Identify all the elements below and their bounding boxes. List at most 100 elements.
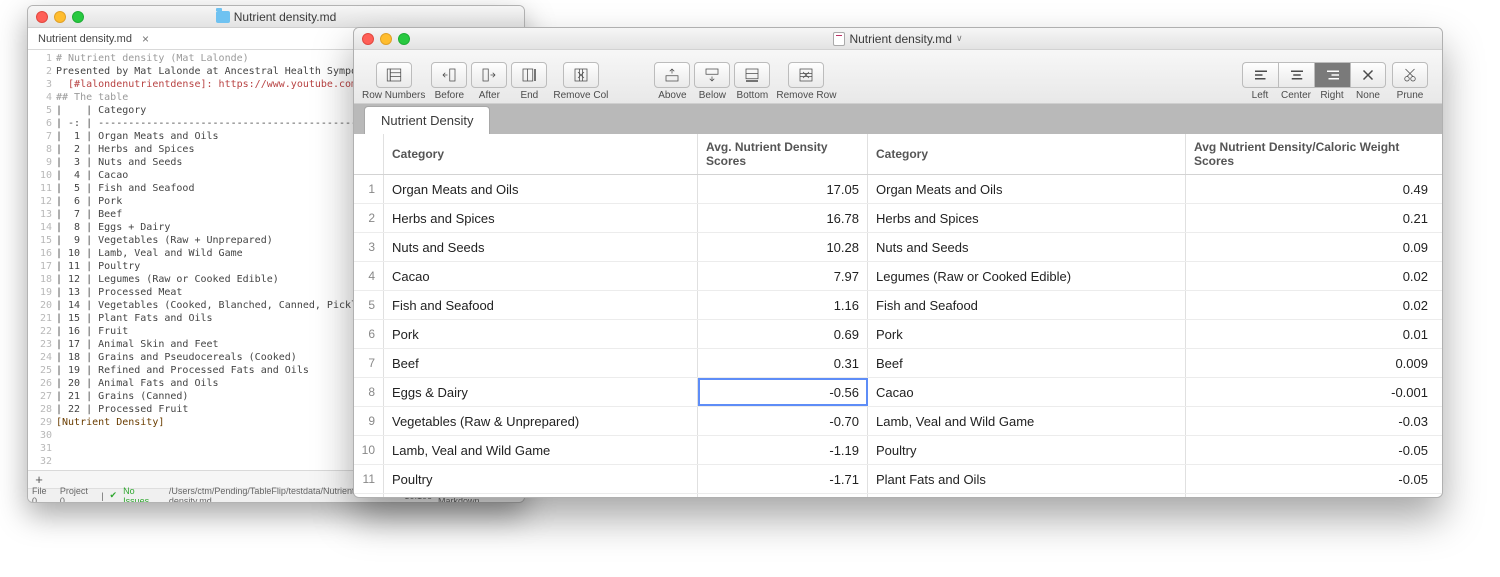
- prune-button[interactable]: [1392, 62, 1428, 88]
- row-number-cell[interactable]: 7: [354, 349, 384, 377]
- row-number-cell[interactable]: 3: [354, 233, 384, 261]
- grid-body[interactable]: 1 Organ Meats and Oils 17.05 Organ Meats…: [354, 175, 1442, 497]
- insert-col-before-button[interactable]: [431, 62, 467, 88]
- remove-row-button[interactable]: [788, 62, 824, 88]
- remove-col-button[interactable]: [563, 62, 599, 88]
- row-number-cell[interactable]: 10: [354, 436, 384, 464]
- table-row[interactable]: 5 Fish and Seafood 1.16 Fish and Seafood…: [354, 291, 1442, 320]
- row-number-cell[interactable]: 6: [354, 320, 384, 348]
- cell-category[interactable]: Vegetables (Raw & Unprepared): [384, 407, 698, 435]
- row-number-cell[interactable]: 11: [354, 465, 384, 493]
- table-row[interactable]: 10 Lamb, Veal and Wild Game -1.19 Poultr…: [354, 436, 1442, 465]
- cell-score1[interactable]: -1.19: [698, 436, 868, 464]
- cell-score1[interactable]: 16.78: [698, 204, 868, 232]
- cell-category[interactable]: Lamb, Veal and Wild Game: [384, 436, 698, 464]
- align-right-button[interactable]: [1314, 62, 1350, 88]
- cell-category2[interactable]: Herbs and Spices: [868, 204, 1186, 232]
- cell-score2[interactable]: 0.09: [1186, 233, 1436, 261]
- cell-score2[interactable]: -0.03: [1186, 407, 1436, 435]
- editor-titlebar[interactable]: Nutrient density.md: [28, 6, 524, 28]
- table-row[interactable]: 1 Organ Meats and Oils 17.05 Organ Meats…: [354, 175, 1442, 204]
- table-row[interactable]: 6 Pork 0.69 Pork 0.01: [354, 320, 1442, 349]
- minimize-window-button[interactable]: [54, 11, 66, 23]
- cell-category[interactable]: Eggs & Dairy: [384, 378, 698, 406]
- cell-score1[interactable]: 0.69: [698, 320, 868, 348]
- cell-category2[interactable]: Nuts and Seeds: [868, 233, 1186, 261]
- sheet-tab[interactable]: Nutrient Density: [364, 106, 490, 134]
- cell-score1[interactable]: -0.70: [698, 407, 868, 435]
- close-window-button[interactable]: [362, 33, 374, 45]
- align-left-button[interactable]: [1242, 62, 1278, 88]
- row-number-cell[interactable]: 5: [354, 291, 384, 319]
- cell-category2[interactable]: Lamb, Veal and Wild Game: [868, 407, 1186, 435]
- cell-score2[interactable]: -0.001: [1186, 378, 1436, 406]
- cell-category[interactable]: Organ Meats and Oils: [384, 175, 698, 203]
- cell-category[interactable]: Beef: [384, 349, 698, 377]
- cell-category2[interactable]: Animal Fats and Oils: [868, 494, 1186, 497]
- cell-category[interactable]: Pork: [384, 320, 698, 348]
- cell-score1[interactable]: 17.05: [698, 175, 868, 203]
- cell-score2[interactable]: -0.05: [1186, 436, 1436, 464]
- grid-header-score2[interactable]: Avg Nutrient Density/Caloric Weight Scor…: [1186, 134, 1436, 174]
- cell-category[interactable]: Legumes (Raw or Cooked Edible): [384, 494, 698, 497]
- cell-score1[interactable]: -0.56: [698, 378, 868, 406]
- grid-header-cat2[interactable]: Category: [868, 134, 1186, 174]
- zoom-window-button[interactable]: [72, 11, 84, 23]
- cell-category2[interactable]: Organ Meats and Oils: [868, 175, 1186, 203]
- zoom-window-button[interactable]: [398, 33, 410, 45]
- cell-category2[interactable]: Beef: [868, 349, 1186, 377]
- grid-header-score1[interactable]: Avg. Nutrient Density Scores: [698, 134, 868, 174]
- cell-score1[interactable]: -1.71: [698, 465, 868, 493]
- row-number-cell[interactable]: 4: [354, 262, 384, 290]
- cell-score2[interactable]: 0.009: [1186, 349, 1436, 377]
- cell-category2[interactable]: Pork: [868, 320, 1186, 348]
- cell-category2[interactable]: Legumes (Raw or Cooked Edible): [868, 262, 1186, 290]
- cell-category2[interactable]: Cacao: [868, 378, 1186, 406]
- cell-score2[interactable]: -0.07: [1186, 494, 1436, 497]
- insert-col-end-button[interactable]: [511, 62, 547, 88]
- row-number-cell[interactable]: 1: [354, 175, 384, 203]
- align-none-button[interactable]: [1350, 62, 1386, 88]
- insert-row-bottom-button[interactable]: [734, 62, 770, 88]
- cell-score1[interactable]: 1.16: [698, 291, 868, 319]
- table-row[interactable]: 2 Herbs and Spices 16.78 Herbs and Spice…: [354, 204, 1442, 233]
- table-row[interactable]: 11 Poultry -1.71 Plant Fats and Oils -0.…: [354, 465, 1442, 494]
- cell-score2[interactable]: 0.01: [1186, 320, 1436, 348]
- row-number-cell[interactable]: 8: [354, 378, 384, 406]
- cell-category2[interactable]: Plant Fats and Oils: [868, 465, 1186, 493]
- cell-category[interactable]: Herbs and Spices: [384, 204, 698, 232]
- cell-score2[interactable]: 0.49: [1186, 175, 1436, 203]
- cell-category2[interactable]: Poultry: [868, 436, 1186, 464]
- row-numbers-button[interactable]: [376, 62, 412, 88]
- insert-row-above-button[interactable]: [654, 62, 690, 88]
- editor-tab[interactable]: Nutrient density.md ×: [28, 29, 159, 49]
- cell-category[interactable]: Poultry: [384, 465, 698, 493]
- minimize-window-button[interactable]: [380, 33, 392, 45]
- cell-score2[interactable]: 0.02: [1186, 262, 1436, 290]
- cell-category[interactable]: Nuts and Seeds: [384, 233, 698, 261]
- cell-score1[interactable]: -2.86: [698, 494, 868, 497]
- cell-score2[interactable]: -0.05: [1186, 465, 1436, 493]
- close-icon[interactable]: ×: [142, 32, 149, 46]
- row-number-cell[interactable]: 2: [354, 204, 384, 232]
- chevron-down-icon[interactable]: ∨: [956, 33, 963, 44]
- table-titlebar[interactable]: Nutrient density.md ∨: [354, 28, 1442, 50]
- cell-category[interactable]: Cacao: [384, 262, 698, 290]
- row-number-cell[interactable]: 12: [354, 494, 384, 497]
- close-window-button[interactable]: [36, 11, 48, 23]
- grid-header-cat1[interactable]: Category: [384, 134, 698, 174]
- table-row[interactable]: 9 Vegetables (Raw & Unprepared) -0.70 La…: [354, 407, 1442, 436]
- cell-category[interactable]: Fish and Seafood: [384, 291, 698, 319]
- cell-score1[interactable]: 0.31: [698, 349, 868, 377]
- table-row[interactable]: 12 Legumes (Raw or Cooked Edible) -2.86 …: [354, 494, 1442, 497]
- row-number-cell[interactable]: 9: [354, 407, 384, 435]
- cell-score1[interactable]: 10.28: [698, 233, 868, 261]
- table-row[interactable]: 4 Cacao 7.97 Legumes (Raw or Cooked Edib…: [354, 262, 1442, 291]
- align-center-button[interactable]: [1278, 62, 1314, 88]
- table-row[interactable]: 7 Beef 0.31 Beef 0.009: [354, 349, 1442, 378]
- insert-row-below-button[interactable]: [694, 62, 730, 88]
- cell-score2[interactable]: 0.02: [1186, 291, 1436, 319]
- table-row[interactable]: 3 Nuts and Seeds 10.28 Nuts and Seeds 0.…: [354, 233, 1442, 262]
- cell-score1[interactable]: 7.97: [698, 262, 868, 290]
- cell-score2[interactable]: 0.21: [1186, 204, 1436, 232]
